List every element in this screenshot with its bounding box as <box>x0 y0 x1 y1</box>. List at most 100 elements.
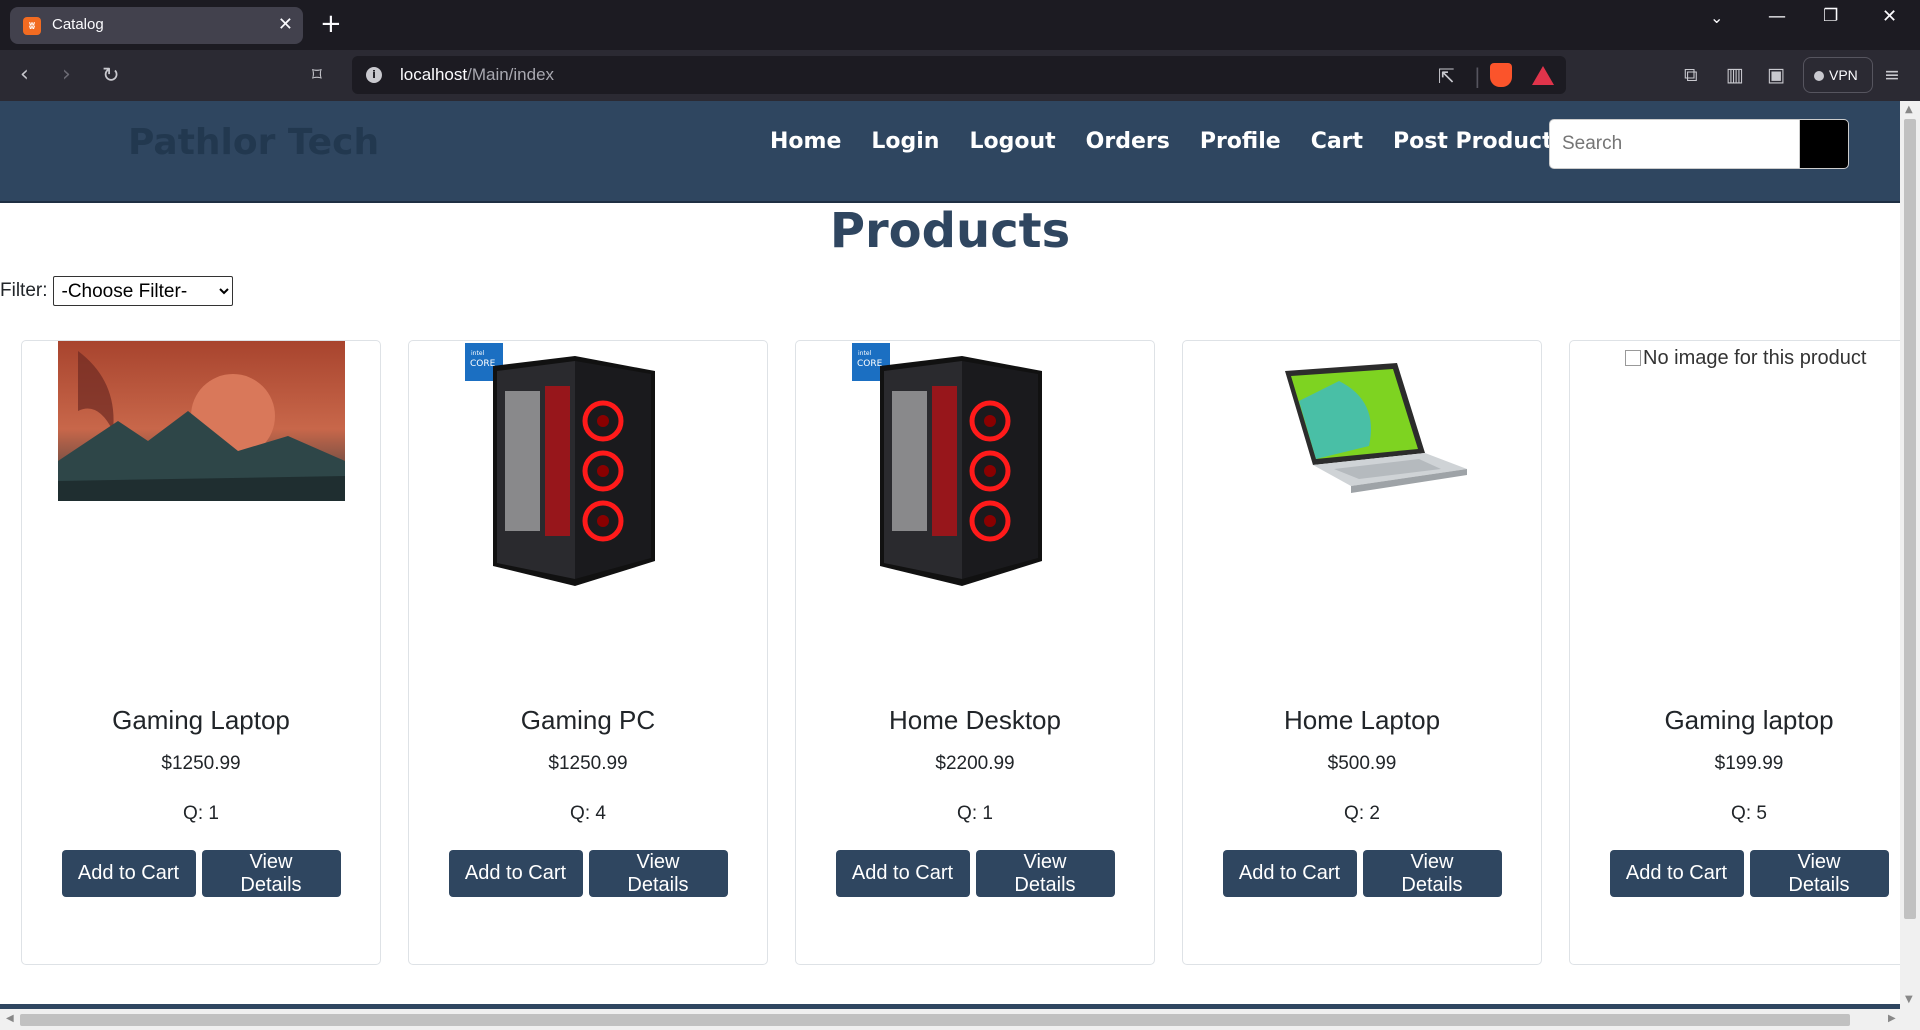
vpn-button[interactable]: VPN <box>1803 57 1873 93</box>
nav-profile[interactable]: Profile <box>1200 129 1281 154</box>
product-image-gaming-pc: intel CORE <box>852 343 1042 586</box>
back-icon[interactable]: ‹ <box>20 62 29 88</box>
product-image-laptop <box>1285 363 1467 493</box>
search-input[interactable] <box>1549 119 1801 169</box>
nav-cart[interactable]: Cart <box>1311 129 1363 154</box>
product-price: $1250.99 <box>161 753 241 774</box>
product-name[interactable]: Home Desktop <box>796 705 1154 736</box>
add-to-cart-button[interactable]: Add to Cart <box>61 850 196 897</box>
card-actions: Add to Cart View Details <box>409 850 767 897</box>
product-quantity: Q: 1 <box>957 803 993 824</box>
horizontal-scrollbar[interactable]: ◀ ▶ <box>0 1009 1920 1030</box>
product-price: $1250.99 <box>548 753 628 774</box>
product-card: intel CORE Home Desktop $2200.99 Q: 1 Ad… <box>795 340 1155 965</box>
product-name[interactable]: Gaming laptop <box>1570 705 1900 736</box>
main-menu: Home Login Logout Orders Profile Cart Po… <box>770 129 1553 154</box>
scroll-left-icon[interactable]: ◀ <box>6 1013 14 1024</box>
product-card: No image for this product Gaming laptop … <box>1569 340 1900 965</box>
product-name[interactable]: Gaming Laptop <box>22 705 380 736</box>
close-window-icon[interactable]: ✕ <box>1882 6 1897 27</box>
product-card: intel CORE Gaming PC $1250.99 Q: 4 Add t… <box>408 340 768 965</box>
tab-title: Catalog <box>52 16 104 33</box>
nav-logout[interactable]: Logout <box>969 129 1055 154</box>
new-tab-button[interactable]: + <box>320 11 342 37</box>
product-price: $500.99 <box>1327 753 1397 774</box>
vpn-label: VPN <box>1829 67 1858 83</box>
view-details-button[interactable]: View Details <box>588 850 728 897</box>
product-name[interactable]: Gaming PC <box>409 705 767 736</box>
card-actions: Add to Cart View Details <box>1570 850 1900 897</box>
product-name[interactable]: Home Laptop <box>1183 705 1541 736</box>
extensions-icon[interactable]: ⧉ <box>1684 62 1698 88</box>
nav-orders[interactable]: Orders <box>1086 129 1170 154</box>
svg-text:CORE: CORE <box>857 359 883 369</box>
browser-toolbar: ‹ › ↻ ⌑ i localhost/Main/index ⇱ | ⧉ ▥ ▣… <box>0 50 1920 101</box>
bookmark-icon[interactable]: ⌑ <box>312 62 322 88</box>
close-tab-icon[interactable]: ✕ <box>278 14 293 36</box>
product-card: Gaming Laptop $1250.99 Q: 1 Add to Cart … <box>21 340 381 965</box>
card-actions: Add to Cart View Details <box>22 850 380 897</box>
browser-tab-strip: ʬ Catalog ✕ + ⌄ — ❐ ✕ <box>0 0 1920 50</box>
vertical-scroll-thumb[interactable] <box>1904 119 1916 919</box>
view-details-button[interactable]: View Details <box>1749 850 1889 897</box>
reload-icon[interactable]: ↻ <box>102 62 120 88</box>
menu-icon[interactable]: ≡ <box>1884 62 1900 88</box>
minimize-window-icon[interactable]: — <box>1768 6 1786 27</box>
add-to-cart-button[interactable]: Add to Cart <box>448 850 583 897</box>
sidebar-icon[interactable]: ▥ <box>1726 62 1744 88</box>
brave-shields-icon[interactable] <box>1490 63 1512 87</box>
nav-home[interactable]: Home <box>770 129 841 154</box>
address-bar[interactable]: i localhost/Main/index ⇱ | <box>352 56 1566 94</box>
product-price: $199.99 <box>1714 753 1784 774</box>
product-quantity: Q: 1 <box>183 803 219 824</box>
vertical-scrollbar[interactable]: ▲ ▼ <box>1900 101 1920 1009</box>
add-to-cart-button[interactable]: Add to Cart <box>835 850 970 897</box>
brave-rewards-icon[interactable] <box>1532 66 1554 85</box>
product-card: Home Laptop $500.99 Q: 2 Add to Cart Vie… <box>1182 340 1542 965</box>
share-icon[interactable]: ⇱ <box>1438 64 1455 88</box>
filter-row: Filter: -Choose Filter- <box>0 276 233 306</box>
product-image-volcano <box>58 341 345 501</box>
scroll-right-icon[interactable]: ▶ <box>1888 1013 1896 1024</box>
add-to-cart-button[interactable]: Add to Cart <box>1222 850 1357 897</box>
svg-text:CORE: CORE <box>470 359 496 369</box>
site-brand[interactable]: Pathlor Tech <box>128 122 379 163</box>
add-to-cart-button[interactable]: Add to Cart <box>1609 850 1744 897</box>
view-details-button[interactable]: View Details <box>201 850 341 897</box>
scroll-down-icon[interactable]: ▼ <box>1905 994 1913 1005</box>
image-alt-text: No image for this product <box>1643 347 1867 369</box>
horizontal-scroll-thumb[interactable] <box>20 1014 1850 1026</box>
page-viewport: Pathlor Tech Home Login Logout Orders Pr… <box>0 101 1900 1009</box>
svg-text:intel: intel <box>858 350 872 357</box>
tab-list-chevron-icon[interactable]: ⌄ <box>1710 8 1723 27</box>
url-text[interactable]: localhost/Main/index <box>400 65 554 85</box>
filter-select[interactable]: -Choose Filter- <box>52 276 233 306</box>
vpn-status-icon <box>1814 71 1824 81</box>
wallet-icon[interactable]: ▣ <box>1767 62 1785 88</box>
svg-text:intel: intel <box>471 350 485 357</box>
site-header: Pathlor Tech Home Login Logout Orders Pr… <box>0 101 1900 203</box>
product-image-gaming-pc: intel CORE <box>465 343 655 586</box>
scroll-up-icon[interactable]: ▲ <box>1905 104 1913 115</box>
view-details-button[interactable]: View Details <box>975 850 1115 897</box>
page-title: Products <box>829 203 1071 259</box>
xampp-favicon-icon: ʬ <box>23 17 41 35</box>
search-button[interactable] <box>1799 119 1849 169</box>
nav-login[interactable]: Login <box>871 129 939 154</box>
browser-tab-catalog[interactable]: ʬ Catalog ✕ <box>10 7 303 44</box>
card-actions: Add to Cart View Details <box>1183 850 1541 897</box>
card-actions: Add to Cart View Details <box>796 850 1154 897</box>
restore-window-icon[interactable]: ❐ <box>1823 6 1838 26</box>
separator: | <box>1474 64 1481 88</box>
nav-post-product[interactable]: Post Product <box>1393 129 1553 154</box>
forward-icon[interactable]: › <box>62 62 71 88</box>
product-quantity: Q: 2 <box>1344 803 1380 824</box>
product-quantity: Q: 5 <box>1731 803 1767 824</box>
broken-image-placeholder: No image for this product <box>1625 347 1866 370</box>
filter-label: Filter: <box>0 280 48 301</box>
broken-image-icon <box>1625 350 1641 366</box>
product-price: $2200.99 <box>935 753 1015 774</box>
view-details-button[interactable]: View Details <box>1362 850 1502 897</box>
product-quantity: Q: 4 <box>570 803 606 824</box>
site-info-icon[interactable]: i <box>366 67 382 83</box>
